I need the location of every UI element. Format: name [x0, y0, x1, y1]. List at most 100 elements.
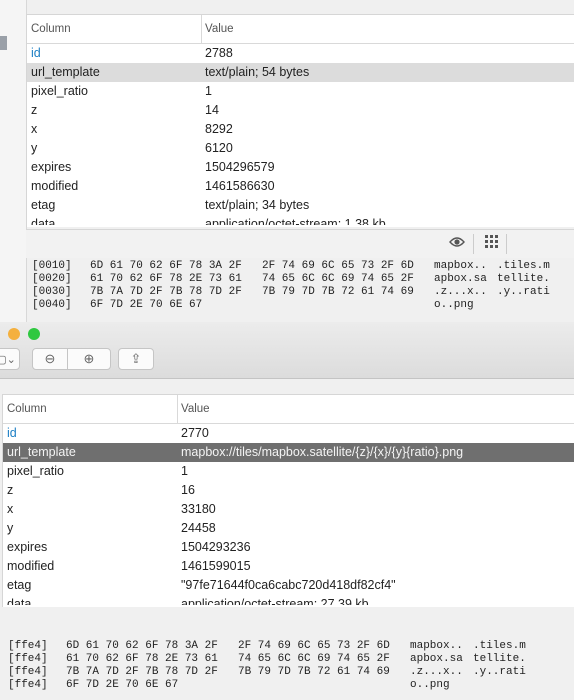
- hex-offset: [0040]: [32, 299, 72, 311]
- table-row[interactable]: expires 1504293236: [3, 538, 574, 557]
- zoom-out-icon: ⊖: [44, 351, 56, 366]
- bottom-window: Column Value id 2770 url_template mapbox://…: [0, 379, 574, 700]
- table-row[interactable]: modified 1461586630: [27, 177, 574, 196]
- row-value: 8292: [205, 122, 233, 136]
- table-header: Column Value: [3, 395, 574, 424]
- row-value: 1461586630: [205, 179, 275, 193]
- table-row[interactable]: y 24458: [3, 519, 574, 538]
- row-column-name: z: [31, 103, 38, 117]
- hex-offset: [ffe4]: [8, 640, 48, 652]
- hex-offset: [ffe4]: [8, 679, 48, 691]
- table-row[interactable]: etag text/plain; 34 bytes: [27, 196, 574, 215]
- row-value: text/plain; 34 bytes: [205, 198, 310, 212]
- table-row[interactable]: x 33180: [3, 500, 574, 519]
- zoom-out-button[interactable]: ⊖: [32, 348, 68, 370]
- row-column-name: pixel_ratio: [31, 84, 88, 98]
- row-column-name: data: [7, 597, 32, 605]
- zoom-in-button[interactable]: ⊕: [67, 348, 111, 370]
- row-column-name: etag: [7, 578, 32, 592]
- table-row[interactable]: z 14: [27, 101, 574, 120]
- hex-ascii1: o..png: [410, 679, 450, 691]
- sidebar-toggle-button[interactable]: ▢⌄: [0, 348, 20, 370]
- row-column-name: url_template: [31, 65, 100, 79]
- zoom-button[interactable]: [28, 328, 40, 340]
- column-header-value[interactable]: Value: [181, 395, 210, 423]
- row-column-name: expires: [7, 540, 48, 554]
- column-header-value[interactable]: Value: [205, 15, 234, 43]
- hex-ascii2: tellite.: [473, 653, 526, 665]
- table-row[interactable]: etag "97fe71644f0ca6cabc720d418df82cf4": [3, 576, 574, 595]
- hex-bytes2: 74 65 6C 6C 69 74 65 2F: [238, 653, 390, 665]
- share-button[interactable]: ⇪: [118, 348, 154, 370]
- divider: [473, 234, 474, 254]
- table-row[interactable]: expires 1504296579: [27, 158, 574, 177]
- hex-bytes1: 61 70 62 6F 78 2E 73 61: [90, 273, 242, 285]
- row-value: 1504296579: [205, 160, 275, 174]
- row-column-name: url_template: [7, 445, 76, 459]
- top-window: Column Value id 2788 url_template text/plai…: [0, 0, 574, 322]
- table-row[interactable]: data application/octet-stream; 27.39 kb: [3, 595, 574, 605]
- table-row[interactable]: x 8292: [27, 120, 574, 139]
- row-column-name: x: [7, 502, 14, 516]
- sidebar-toggle-icon: ▢⌄: [0, 354, 16, 366]
- hex-ascii1: apbox.sa: [410, 653, 463, 665]
- table-row[interactable]: id 2788: [27, 44, 574, 63]
- row-value: 16: [181, 483, 195, 497]
- table-row[interactable]: z 16: [3, 481, 574, 500]
- preview-window-titlebar: ▢⌄ ⊖ ⊕ ⇪: [0, 322, 574, 379]
- row-column-name: expires: [31, 160, 72, 174]
- hex-ascii1: mapbox..: [410, 640, 463, 652]
- table-row[interactable]: modified 1461599015: [3, 557, 574, 576]
- hex-bytes2: 74 65 6C 6C 69 74 65 2F: [262, 273, 414, 285]
- bottom-record-table: Column Value id 2770 url_template mapbox://…: [2, 394, 574, 607]
- column-divider[interactable]: [201, 15, 202, 43]
- row-column-name: modified: [7, 559, 55, 573]
- row-value: 1: [205, 84, 212, 98]
- row-value: 1461599015: [181, 559, 251, 573]
- hex-ascii1: .z...x..: [434, 286, 487, 298]
- row-column-name: data: [31, 217, 56, 225]
- hex-ascii1: mapbox..: [434, 260, 487, 272]
- hex-bytes1: 6F 7D 2E 70 6E 67: [66, 679, 179, 691]
- table-row[interactable]: pixel_ratio 1: [27, 82, 574, 101]
- table-row[interactable]: data application/octet-stream; 1.38 kb: [27, 215, 574, 225]
- viewer-toolbar: [26, 229, 574, 258]
- grid-icon[interactable]: [480, 235, 502, 253]
- hex-offset: [ffe4]: [8, 653, 48, 665]
- row-column-name: modified: [31, 179, 79, 193]
- hex-offset: [0030]: [32, 286, 72, 298]
- hex-offset: [0010]: [32, 260, 72, 272]
- column-header-column[interactable]: Column: [31, 15, 71, 43]
- hex-ascii2: .tiles.m: [473, 640, 526, 652]
- eye-icon[interactable]: [446, 235, 468, 253]
- hex-bytes2: 7B 79 7D 7B 72 61 74 69: [262, 286, 414, 298]
- column-divider[interactable]: [177, 395, 178, 423]
- hex-ascii1: .z...x..: [410, 666, 463, 678]
- row-column-name: id: [7, 426, 17, 440]
- row-column-name: y: [7, 521, 14, 535]
- table-row[interactable]: url_template text/plain; 54 bytes: [27, 63, 574, 82]
- table-row[interactable]: pixel_ratio 1: [3, 462, 574, 481]
- hex-bytes1: 61 70 62 6F 78 2E 73 61: [66, 653, 218, 665]
- hex-offset: [0020]: [32, 273, 72, 285]
- row-value: mapbox://tiles/mapbox.satellite/{z}/{x}/…: [181, 445, 464, 459]
- hex-ascii2: .y..rati: [497, 286, 550, 298]
- row-value: 1: [181, 464, 188, 478]
- table-header: Column Value: [27, 15, 574, 44]
- minimize-button[interactable]: [8, 328, 20, 340]
- hex-ascii2: .y..rati: [473, 666, 526, 678]
- row-value: 1504293236: [181, 540, 251, 554]
- table-row[interactable]: id 2770: [3, 424, 574, 443]
- row-value: application/octet-stream; 1.38 kb: [205, 217, 386, 225]
- hex-bytes1: 7B 7A 7D 2F 7B 78 7D 2F: [90, 286, 242, 298]
- hex-bytes1: 6F 7D 2E 70 6E 67: [90, 299, 203, 311]
- column-header-column[interactable]: Column: [7, 395, 47, 423]
- sidebar-marker: [0, 36, 7, 50]
- table-row[interactable]: y 6120: [27, 139, 574, 158]
- row-value: 33180: [181, 502, 216, 516]
- top-record-table: Column Value id 2788 url_template text/plai…: [26, 14, 574, 227]
- hex-ascii1: apbox.sa: [434, 273, 487, 285]
- table-row[interactable]: url_template mapbox://tiles/mapbox.satell…: [3, 443, 574, 462]
- row-value: 2788: [205, 46, 233, 60]
- hex-bytes1: 6D 61 70 62 6F 78 3A 2F: [90, 260, 242, 272]
